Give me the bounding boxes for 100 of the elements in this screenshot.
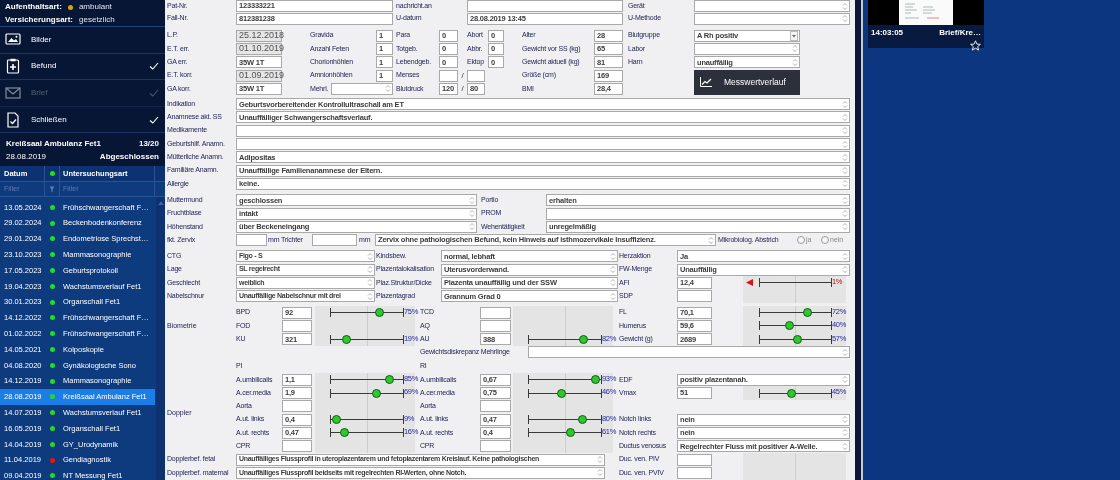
slider-track[interactable] xyxy=(759,308,832,318)
info-value: gesetzlich xyxy=(79,14,115,26)
spinner-icon xyxy=(469,222,475,232)
exam-title: Kreißsaal Ambulanz Fet1 xyxy=(6,138,101,151)
slider-thumb[interactable] xyxy=(577,415,587,425)
input-field[interactable] xyxy=(282,440,312,453)
spinner-icon xyxy=(597,468,603,478)
spinner-icon xyxy=(842,179,848,189)
slider-thumb[interactable] xyxy=(579,334,589,344)
picture-icon xyxy=(5,31,21,48)
sidebar-action[interactable]: Bilder xyxy=(0,27,165,54)
spinner-icon xyxy=(792,44,798,54)
input-field[interactable] xyxy=(677,466,712,479)
sidebar-action[interactable]: Schließen xyxy=(0,106,165,134)
sidebar-action[interactable]: Befund xyxy=(0,53,165,81)
info-label: Versicherungsart: xyxy=(5,14,74,26)
input-field[interactable] xyxy=(528,346,850,359)
spinner-icon xyxy=(842,428,848,438)
input-field[interactable] xyxy=(236,234,267,247)
input-field[interactable] xyxy=(480,440,511,453)
chart-button[interactable]: Messwertverlauf xyxy=(694,69,800,95)
splitter-bar[interactable] xyxy=(855,0,863,480)
slider-thumb[interactable] xyxy=(803,308,813,318)
spinner-icon xyxy=(842,99,848,109)
clipboard-plus-icon xyxy=(5,58,21,75)
input-field[interactable] xyxy=(480,319,511,332)
input-field[interactable] xyxy=(546,207,850,220)
slider-thumb[interactable] xyxy=(591,375,601,385)
spinner-icon xyxy=(842,1,848,11)
slider-track[interactable] xyxy=(330,308,404,318)
slider-thumb[interactable] xyxy=(371,388,381,398)
slider-thumb[interactable] xyxy=(793,334,803,344)
scroll-up-icon xyxy=(157,201,164,206)
spinner-icon xyxy=(842,265,848,275)
spinner-icon xyxy=(610,265,616,275)
separator-text: / xyxy=(460,69,465,82)
spinner-icon xyxy=(385,84,391,94)
input-field[interactable]: 01.10.2019 xyxy=(236,42,282,55)
spinner-icon xyxy=(367,278,373,288)
slider-thumb[interactable] xyxy=(332,415,342,425)
separator-text: / xyxy=(460,82,465,95)
spinner-icon xyxy=(610,251,616,261)
spinner-icon xyxy=(842,126,848,136)
input-field[interactable]: 01.09.2019 xyxy=(236,69,282,82)
thumbnail-card[interactable]: 14:03:05 Brief/Kre… xyxy=(868,0,984,48)
slider-thumb[interactable] xyxy=(342,334,352,344)
input-field[interactable] xyxy=(282,400,312,413)
slider-thumb[interactable] xyxy=(384,375,394,385)
input-field[interactable] xyxy=(694,12,850,25)
input-field[interactable] xyxy=(331,82,393,95)
slider-thumb[interactable] xyxy=(784,321,794,331)
spinner-icon xyxy=(842,152,848,162)
slider-thumb[interactable] xyxy=(340,428,350,438)
input-field[interactable] xyxy=(282,319,312,332)
thumbnail-time: 14:03:05 xyxy=(871,27,904,39)
input-field[interactable] xyxy=(677,453,712,466)
input-field[interactable] xyxy=(312,234,357,247)
line-chart-icon xyxy=(700,77,712,88)
caret-icon xyxy=(790,30,798,41)
spinner-icon xyxy=(842,415,848,425)
input-field[interactable] xyxy=(694,42,800,55)
info-label: Aufenthaltsart: xyxy=(5,1,62,13)
slider-thumb[interactable] xyxy=(375,308,385,318)
slider-thumb[interactable] xyxy=(565,428,575,438)
document-check-icon xyxy=(5,111,21,128)
input-field[interactable] xyxy=(236,124,850,137)
exam-count: 13/20 xyxy=(138,138,159,151)
scrollbar[interactable] xyxy=(156,197,165,480)
spinner-icon xyxy=(842,347,848,357)
document-thumbnail xyxy=(899,0,953,25)
input-field[interactable] xyxy=(439,69,458,82)
input-field[interactable] xyxy=(480,306,511,319)
input-field[interactable] xyxy=(236,138,850,150)
spinner-icon xyxy=(367,265,373,275)
spinner-icon xyxy=(842,251,848,261)
spinner-icon xyxy=(842,166,848,176)
spinner-icon xyxy=(367,251,373,261)
spinner-icon xyxy=(842,222,848,232)
envelope-icon xyxy=(5,85,21,101)
slider-thumb[interactable] xyxy=(787,388,797,398)
input-field[interactable] xyxy=(467,0,623,12)
spinner-icon xyxy=(842,112,848,122)
spinner-icon xyxy=(469,209,475,218)
spinner-icon xyxy=(708,235,714,245)
exam-date: 28.08.2019 xyxy=(6,151,47,164)
filter-icon xyxy=(49,185,55,193)
spinner-icon xyxy=(469,195,475,205)
spinner-icon xyxy=(792,57,798,67)
spinner-icon xyxy=(842,209,848,218)
slider-thumb[interactable] xyxy=(556,388,566,398)
input-field[interactable] xyxy=(677,290,712,303)
input-field[interactable] xyxy=(480,400,511,413)
spinner-icon xyxy=(597,455,603,465)
spinner-icon xyxy=(842,139,848,149)
input-field[interactable]: 25.12.2018 xyxy=(236,29,282,42)
spinner-icon xyxy=(842,441,848,451)
input-field[interactable] xyxy=(694,0,850,12)
status-dot-icon xyxy=(49,171,55,177)
thumbnail-title: Brief/Kre… xyxy=(939,27,981,39)
input-field[interactable] xyxy=(467,69,485,82)
